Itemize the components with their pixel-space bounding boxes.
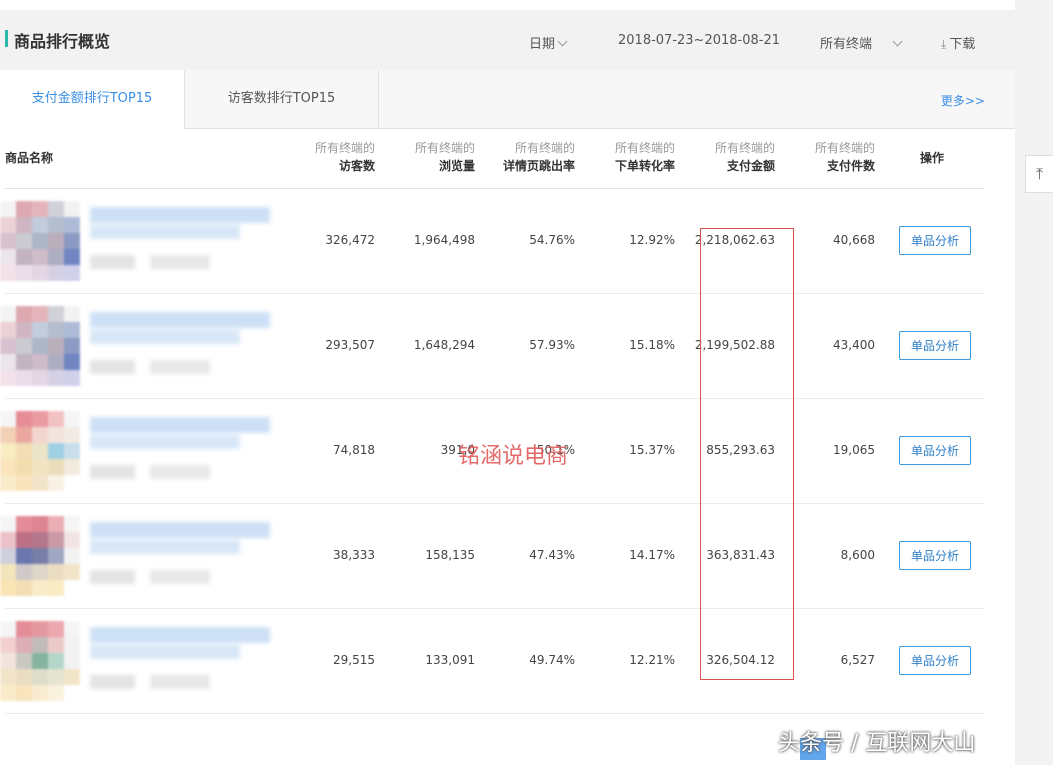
cell-visitors: 29,515 [333,653,375,667]
cell-visitors: 38,333 [333,548,375,562]
single-product-analysis-button[interactable]: 单品分析 [899,646,971,675]
column-header-prefix: 所有终端的 [514,141,575,155]
column-header-product-name: 商品名称 [5,151,54,165]
cell-order-conversion: 12.92% [629,233,675,247]
single-product-analysis-button[interactable]: 单品分析 [899,331,971,360]
date-range-text[interactable]: 2018-07-23~2018-08-21 [618,33,780,48]
page: 商品排行概览 日期 2018-07-23~2018-08-21 所有终端 ⤓ 下载… [0,0,1053,765]
cell-visitors: 326,472 [325,233,375,247]
cell-pageviews: 133,091 [425,653,475,667]
cell-pageviews: 1,648,294 [413,338,475,352]
table-row: 29,515 133,091 49.74% 12.21% 326,504.12 … [0,609,985,714]
cell-payment-items: 6,527 [840,653,875,667]
column-header-prefix: 所有终端的 [314,141,375,155]
more-link[interactable]: 更多>> [941,92,985,109]
column-header-label: 浏览量 [438,159,475,173]
chevron-down-icon [557,36,568,47]
column-header-pageviews[interactable]: 所有终端的 浏览量 [375,140,475,176]
product-thumbnail[interactable] [0,621,80,701]
cell-payment-amount: 855,293.63 [706,443,775,457]
cell-payment-items: 19,065 [833,443,875,457]
column-header-label: 访客数 [338,159,375,173]
download-icon: ⤓ [941,37,947,51]
cell-bounce-rate: 57.93% [529,338,575,352]
tab-visitor-top15[interactable]: 访客数排行TOP15 [185,70,379,128]
cell-bounce-rate: 47.43% [529,548,575,562]
column-header-visitors[interactable]: 所有终端的 访客数 [275,140,375,176]
product-thumbnail[interactable] [0,201,80,281]
cell-payment-amount: 2,199,502.88 [694,338,775,352]
bottom-right-watermark: 头条号 / 互联网大山 [778,731,976,756]
table-header: 商品名称 所有终端的 访客数 所有终端的 浏览量 所有终端的 详情页跳出率 所有… [5,128,985,189]
terminal-dropdown-label: 所有终端 [820,37,873,52]
chevron-down-icon [892,36,903,47]
ranking-tabs: 支付金额排行TOP15 访客数排行TOP15 更多>> [0,70,1015,129]
arrow-up-to-top-icon: ⤒ [1036,164,1044,183]
product-title-blurred[interactable] [90,207,270,277]
single-product-analysis-button[interactable]: 单品分析 [899,226,971,255]
panel-title: 商品排行概览 [14,32,111,51]
cell-payment-amount: 326,504.12 [706,653,775,667]
right-scroll-strip [1015,0,1053,765]
date-dropdown[interactable]: 日期 [529,33,568,52]
single-product-analysis-button[interactable]: 单品分析 [899,541,971,570]
column-header-prefix: 所有终端的 [714,141,775,155]
cell-order-conversion: 14.17% [629,548,675,562]
cell-pageviews: 1,964,498 [413,233,475,247]
cell-visitors: 293,507 [325,338,375,352]
cell-bounce-rate: 54.76% [529,233,575,247]
cell-payment-amount: 2,218,062.63 [694,233,775,247]
cell-order-conversion: 15.37% [629,443,675,457]
table-row: 326,472 1,964,498 54.76% 12.92% 2,218,06… [0,189,985,294]
column-header-prefix: 所有终端的 [414,141,475,155]
cell-bounce-rate: 49.74% [529,653,575,667]
column-header-label: 支付金额 [726,159,775,173]
cell-payment-items: 43,400 [833,338,875,352]
product-thumbnail[interactable] [0,306,80,386]
table-row: 38,333 158,135 47.43% 14.17% 363,831.43 … [0,504,985,609]
download-label: 下载 [949,37,976,52]
column-header-payment-items[interactable]: 所有终端的 支付件数 [775,140,875,176]
cell-visitors: 74,818 [333,443,375,457]
column-header-operation: 操作 [919,151,944,165]
column-header-order-conversion[interactable]: 所有终端的 下单转化率 [575,140,675,176]
column-header-prefix: 所有终端的 [614,141,675,155]
table-row: 293,507 1,648,294 57.93% 15.18% 2,199,50… [0,294,985,399]
product-thumbnail[interactable] [0,411,80,491]
cell-payment-items: 8,600 [840,548,875,562]
title-accent-bar [5,30,8,47]
column-header-payment-amount[interactable]: 所有终端的 支付金额 [675,140,775,176]
product-title-blurred[interactable] [90,522,270,592]
cell-payment-amount: 363,831.43 [706,548,775,562]
top-gap [0,0,1015,10]
single-product-analysis-button[interactable]: 单品分析 [899,436,971,465]
product-thumbnail[interactable] [0,516,80,596]
tab-payment-amount-top15[interactable]: 支付金额排行TOP15 [0,70,185,129]
cell-order-conversion: 12.21% [629,653,675,667]
product-title-blurred[interactable] [90,417,270,487]
date-dropdown-label: 日期 [529,37,556,52]
column-header-bounce-rate[interactable]: 所有终端的 详情页跳出率 [475,140,575,176]
product-title-blurred[interactable] [90,312,270,382]
download-button[interactable]: ⤓ 下载 [941,33,975,52]
column-header-label: 详情页跳出率 [502,159,575,173]
terminal-dropdown[interactable]: 所有终端 [820,33,903,52]
product-title-blurred[interactable] [90,627,270,697]
cell-payment-items: 40,668 [833,233,875,247]
product-ranking-panel: 商品排行概览 日期 2018-07-23~2018-08-21 所有终端 ⤓ 下载… [0,10,1015,765]
column-header-prefix: 所有终端的 [814,141,875,155]
column-header-label: 下单转化率 [614,159,675,173]
panel-header: 商品排行概览 日期 2018-07-23~2018-08-21 所有终端 ⤓ 下载 [0,10,1015,71]
center-watermark: 铭涵说电商 [458,444,569,469]
cell-order-conversion: 15.18% [629,338,675,352]
cell-pageviews: 158,135 [425,548,475,562]
column-header-label: 支付件数 [826,159,875,173]
back-to-top-button[interactable]: ⤒ [1025,155,1053,193]
